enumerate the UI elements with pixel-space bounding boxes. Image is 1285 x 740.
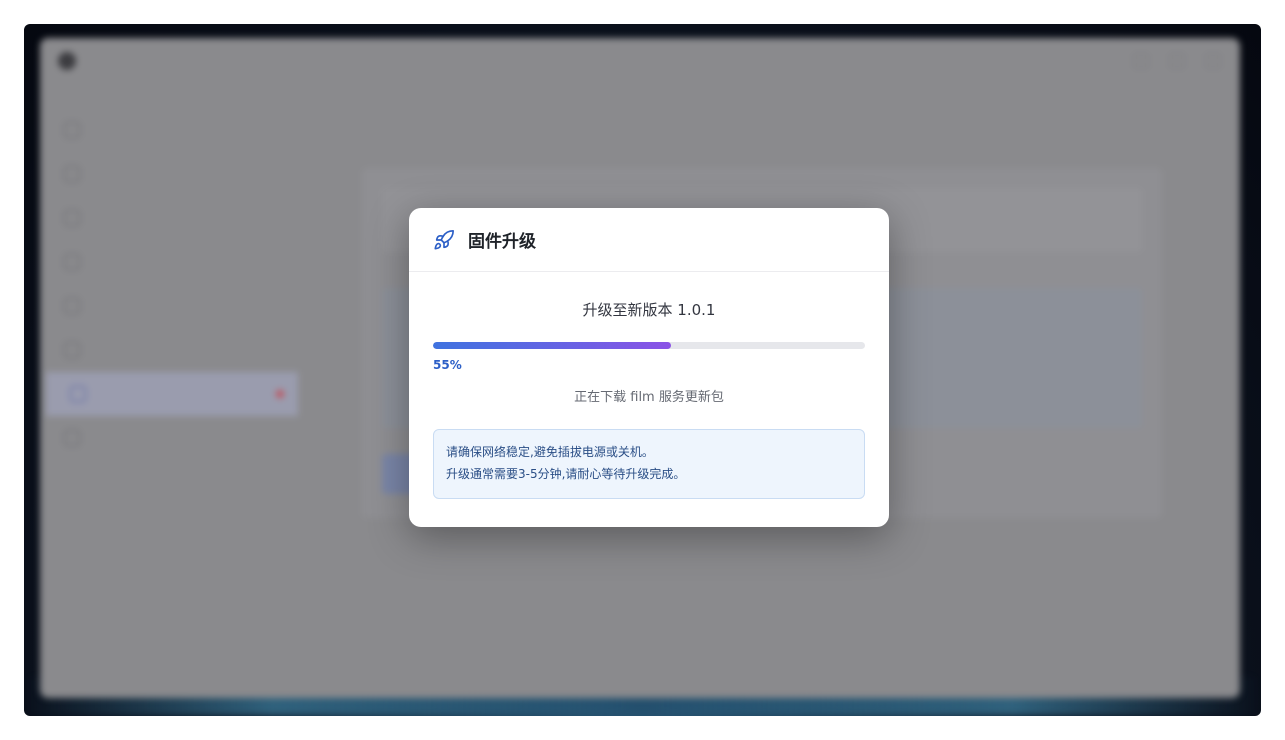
sidebar-icon bbox=[64, 210, 80, 226]
app-sidebar bbox=[40, 108, 298, 698]
sidebar-icon bbox=[64, 122, 80, 138]
sidebar-item bbox=[40, 240, 280, 284]
sidebar-icon bbox=[64, 430, 80, 446]
app-titlebar bbox=[40, 38, 1240, 84]
sidebar-item bbox=[40, 328, 280, 372]
notice-line: 请确保网络稳定,避免插拔电源或关机。 bbox=[446, 445, 654, 459]
close-icon bbox=[1206, 54, 1220, 68]
dialog-header: 固件升级 bbox=[409, 208, 889, 272]
rocket-icon bbox=[70, 386, 86, 402]
target-version-text: 升级至新版本 1.0.1 bbox=[582, 301, 716, 319]
firmware-upgrade-dialog: 固件升级 升级至新版本 1.0.1 55% 正在下载 film 服务更新包 请确… bbox=[409, 208, 889, 527]
sidebar-item bbox=[40, 108, 280, 152]
sidebar-icon bbox=[64, 342, 80, 358]
app-logo-icon bbox=[58, 52, 76, 70]
desktop-background: 固件升级 升级至新版本 1.0.1 55% 正在下载 film 服务更新包 请确… bbox=[24, 24, 1261, 716]
maximize-icon bbox=[1170, 54, 1184, 68]
notice-line: 升级通常需要3-5分钟,请耐心等待升级完成。 bbox=[446, 467, 686, 481]
sidebar-item-active bbox=[46, 372, 298, 416]
sidebar-item bbox=[40, 196, 280, 240]
progress-percent-label: 55% bbox=[433, 358, 462, 372]
upgrade-notice: 请确保网络稳定,避免插拔电源或关机。 升级通常需要3-5分钟,请耐心等待升级完成… bbox=[433, 429, 865, 499]
sidebar-icon bbox=[64, 254, 80, 270]
rocket-icon bbox=[434, 229, 454, 250]
progress-fill bbox=[433, 342, 671, 349]
sidebar-item bbox=[40, 152, 280, 196]
window-controls bbox=[1134, 54, 1220, 68]
minimize-icon bbox=[1134, 54, 1148, 68]
upgrade-status-text: 正在下载 film 服务更新包 bbox=[574, 390, 724, 405]
upgrade-progress-bar bbox=[433, 342, 865, 349]
notification-dot bbox=[276, 390, 284, 398]
dialog-title: 固件升级 bbox=[468, 232, 536, 252]
sidebar-icon bbox=[64, 166, 80, 182]
sidebar-item bbox=[40, 284, 280, 328]
sidebar-item bbox=[40, 416, 280, 460]
sidebar-icon bbox=[64, 298, 80, 314]
dialog-body: 升级至新版本 1.0.1 55% 正在下载 film 服务更新包 请确保网络稳定… bbox=[409, 299, 889, 499]
